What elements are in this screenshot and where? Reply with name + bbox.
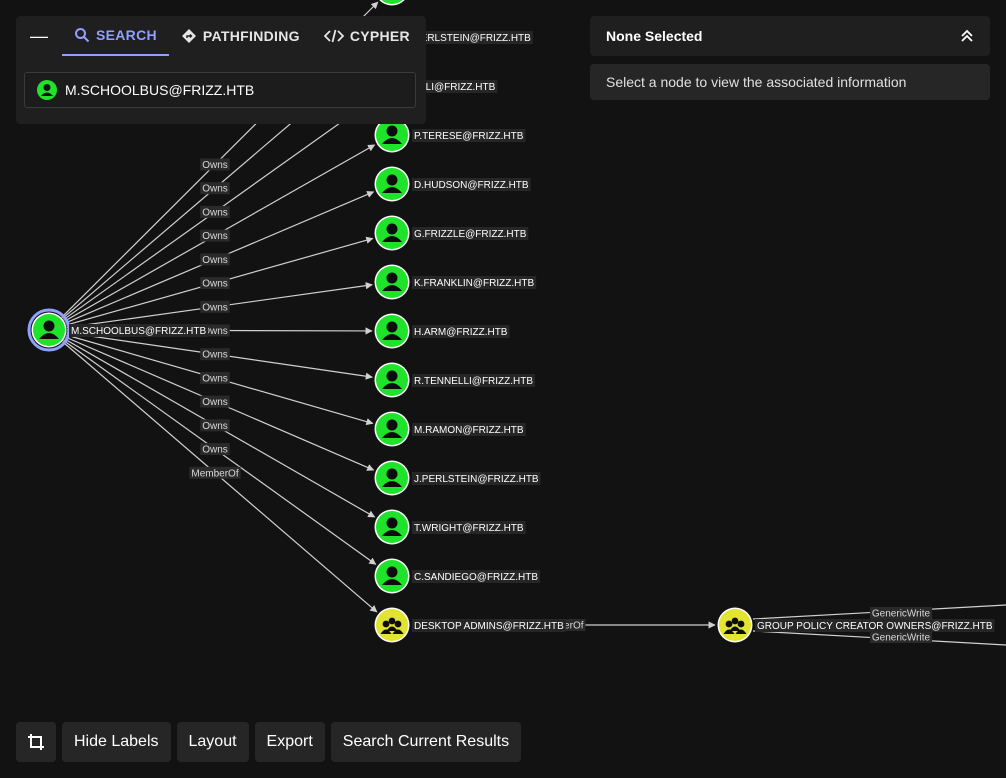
crop-button[interactable] [16,722,56,762]
layout-button[interactable]: Layout [176,722,249,762]
user-node[interactable] [375,0,410,6]
group-member-head [388,617,396,625]
node-label: C.SANDIEGO@FRIZZ.HTB [414,572,538,583]
search-icon [75,28,90,43]
user-head [386,321,398,333]
search-field[interactable] [24,72,416,108]
node-label: T.WRIGHT@FRIZZ.HTB [414,523,524,534]
edge-label: Owns [202,373,228,384]
node-label: PERLSTEIN@FRIZZ.HTB [414,33,531,44]
group-icon [719,609,751,641]
tab-label: SEARCH [96,27,157,43]
group-icon [376,609,408,641]
edge-label: Owns [202,160,228,171]
user-head [43,320,55,332]
graph-edge-labels: Owns Owns Owns Owns Owns Owns Owns Owns Owns Owns… [189,158,933,644]
node-label: D.HUDSON@FRIZZ.HTB [414,180,529,191]
edge-label: Owns [202,397,228,408]
group-member-head [731,617,739,625]
user-head [386,223,398,235]
tab-pathfinding[interactable]: PATHFINDING [169,16,312,56]
minus-icon: — [30,25,48,46]
node-label: M.RAMON@FRIZZ.HTB [414,425,524,436]
group-node[interactable] [374,607,410,643]
graph-toolbar: Hide Labels Layout Export Search Current… [16,722,522,762]
user-node[interactable] [31,312,67,348]
user-node[interactable] [374,313,410,349]
edge-label: Owns [202,279,228,290]
user-head [386,272,398,284]
node-label: P.TERESE@FRIZZ.HTB [414,131,524,142]
user-head [386,468,398,480]
edge-label: Owns [202,184,228,195]
tab-label: PATHFINDING [202,28,300,44]
group-member-head [725,620,733,628]
export-button[interactable]: Export [254,722,325,762]
node-label: M.SCHOOLBUS@FRIZZ.HTB [71,326,206,337]
code-icon [323,29,344,43]
info-panel-header[interactable]: None Selected [590,16,990,56]
edge-label: Owns [202,255,228,266]
pathfinding-icon [181,29,196,43]
edge-label: Owns [202,231,228,242]
source-node[interactable] [27,308,71,352]
info-panel-body: Select a node to view the associated inf… [590,64,990,100]
tab-cypher[interactable]: CYPHER [312,16,422,56]
crop-icon [28,734,44,750]
node-label: R.TENNELLI@FRIZZ.HTB [414,376,533,387]
user-icon [37,80,57,100]
user-node[interactable] [374,411,410,447]
info-panel-message: Select a node to view the associated inf… [606,74,907,90]
node-label: J.PERLSTEIN@FRIZZ.HTB [414,474,539,485]
collapse-button[interactable]: — [16,16,62,56]
edge-label: Owns [202,421,228,432]
info-panel-title: None Selected [606,28,703,44]
node-label: K.FRANKLIN@FRIZZ.HTB [414,278,534,289]
search-input[interactable] [63,81,387,99]
group-member-head [394,620,402,628]
edge-label: Owns [202,350,228,361]
hide-labels-button[interactable]: Hide Labels [62,722,171,762]
user-node[interactable] [374,166,410,202]
node-label: W.LI@FRIZZ.HTB [414,82,496,93]
user-head [386,566,398,578]
tab-search[interactable]: SEARCH [62,16,169,56]
tab-label: CYPHER [349,28,410,44]
user-node[interactable] [374,558,410,594]
search-panel: — SEARCH PATHFINDING CYPHER [16,16,426,124]
edge-label: MemberOf [191,468,238,479]
node-label: DESKTOP ADMINS@FRIZZ.HTB [414,621,564,632]
user-node[interactable] [374,362,410,398]
edge-label: Owns [202,302,228,313]
user-node[interactable] [374,264,410,300]
group-node[interactable] [717,607,753,643]
info-panel: None Selected Select a node to view the … [590,16,990,100]
edge-label: GenericWrite [872,609,931,620]
user-head [386,125,398,137]
user-head [386,174,398,186]
edge-label: Owns [202,445,228,456]
user-head [386,517,398,529]
edge-label: Owns [202,207,228,218]
node-label: G.FRIZZLE@FRIZZ.HTB [414,229,527,240]
user-node[interactable] [374,460,410,496]
node-label: GROUP POLICY CREATOR OWNERS@FRIZZ.HTB [757,621,993,632]
group-member-head [737,620,745,628]
user-node[interactable] [374,509,410,545]
edge-label: GenericWrite [872,633,931,644]
node-label: H.ARM@FRIZZ.HTB [414,327,508,338]
group-member-head [382,620,390,628]
user-node[interactable] [374,215,410,251]
user-head [386,370,398,382]
user-head [386,419,398,431]
search-current-results-button[interactable]: Search Current Results [330,722,522,762]
search-tabs: — SEARCH PATHFINDING CYPHER [16,16,426,56]
chevron-double-up-icon[interactable] [960,29,974,43]
